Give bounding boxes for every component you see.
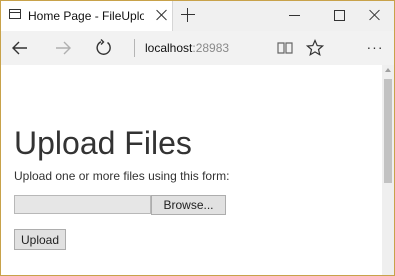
- file-path-field[interactable]: [14, 195, 151, 214]
- browse-button[interactable]: Browse...: [151, 195, 226, 215]
- favorite-star-icon[interactable]: [299, 31, 331, 65]
- vertical-scrollbar[interactable]: [382, 65, 394, 275]
- refresh-icon[interactable]: [87, 31, 119, 65]
- nav-separator: [134, 39, 135, 57]
- address-bar[interactable]: localhost:28983: [145, 39, 265, 57]
- scroll-thumb[interactable]: [384, 79, 392, 183]
- window-close-icon[interactable]: [367, 7, 383, 23]
- page-icon: [9, 9, 21, 19]
- page-title: Upload Files: [14, 125, 192, 161]
- maximize-icon[interactable]: [331, 7, 347, 23]
- page-viewport: Upload Files Upload one or more files us…: [1, 65, 394, 275]
- more-menu-icon[interactable]: ···: [363, 37, 387, 57]
- forward-arrow-icon[interactable]: [47, 31, 79, 65]
- new-tab-icon[interactable]: [179, 6, 197, 24]
- address-host: localhost: [145, 41, 193, 55]
- tab-strip: Home Page - FileUploac: [1, 1, 394, 31]
- navigation-bar: localhost:28983 ···: [1, 31, 394, 65]
- tab-title: Home Page - FileUploac: [28, 9, 144, 23]
- tab-home-page[interactable]: Home Page - FileUploac: [1, 1, 173, 31]
- back-arrow-icon[interactable]: [4, 31, 36, 65]
- minimize-icon[interactable]: [287, 7, 303, 23]
- tab-close-icon[interactable]: [155, 8, 169, 22]
- scroll-up-arrow-icon[interactable]: [385, 68, 391, 72]
- browser-window: Home Page - FileUploac localhost:28983 ·…: [0, 0, 395, 276]
- address-port: :28983: [192, 41, 230, 55]
- upload-button[interactable]: Upload: [14, 229, 66, 250]
- reading-view-icon[interactable]: [269, 31, 301, 65]
- page-description: Upload one or more files using this form…: [14, 169, 230, 183]
